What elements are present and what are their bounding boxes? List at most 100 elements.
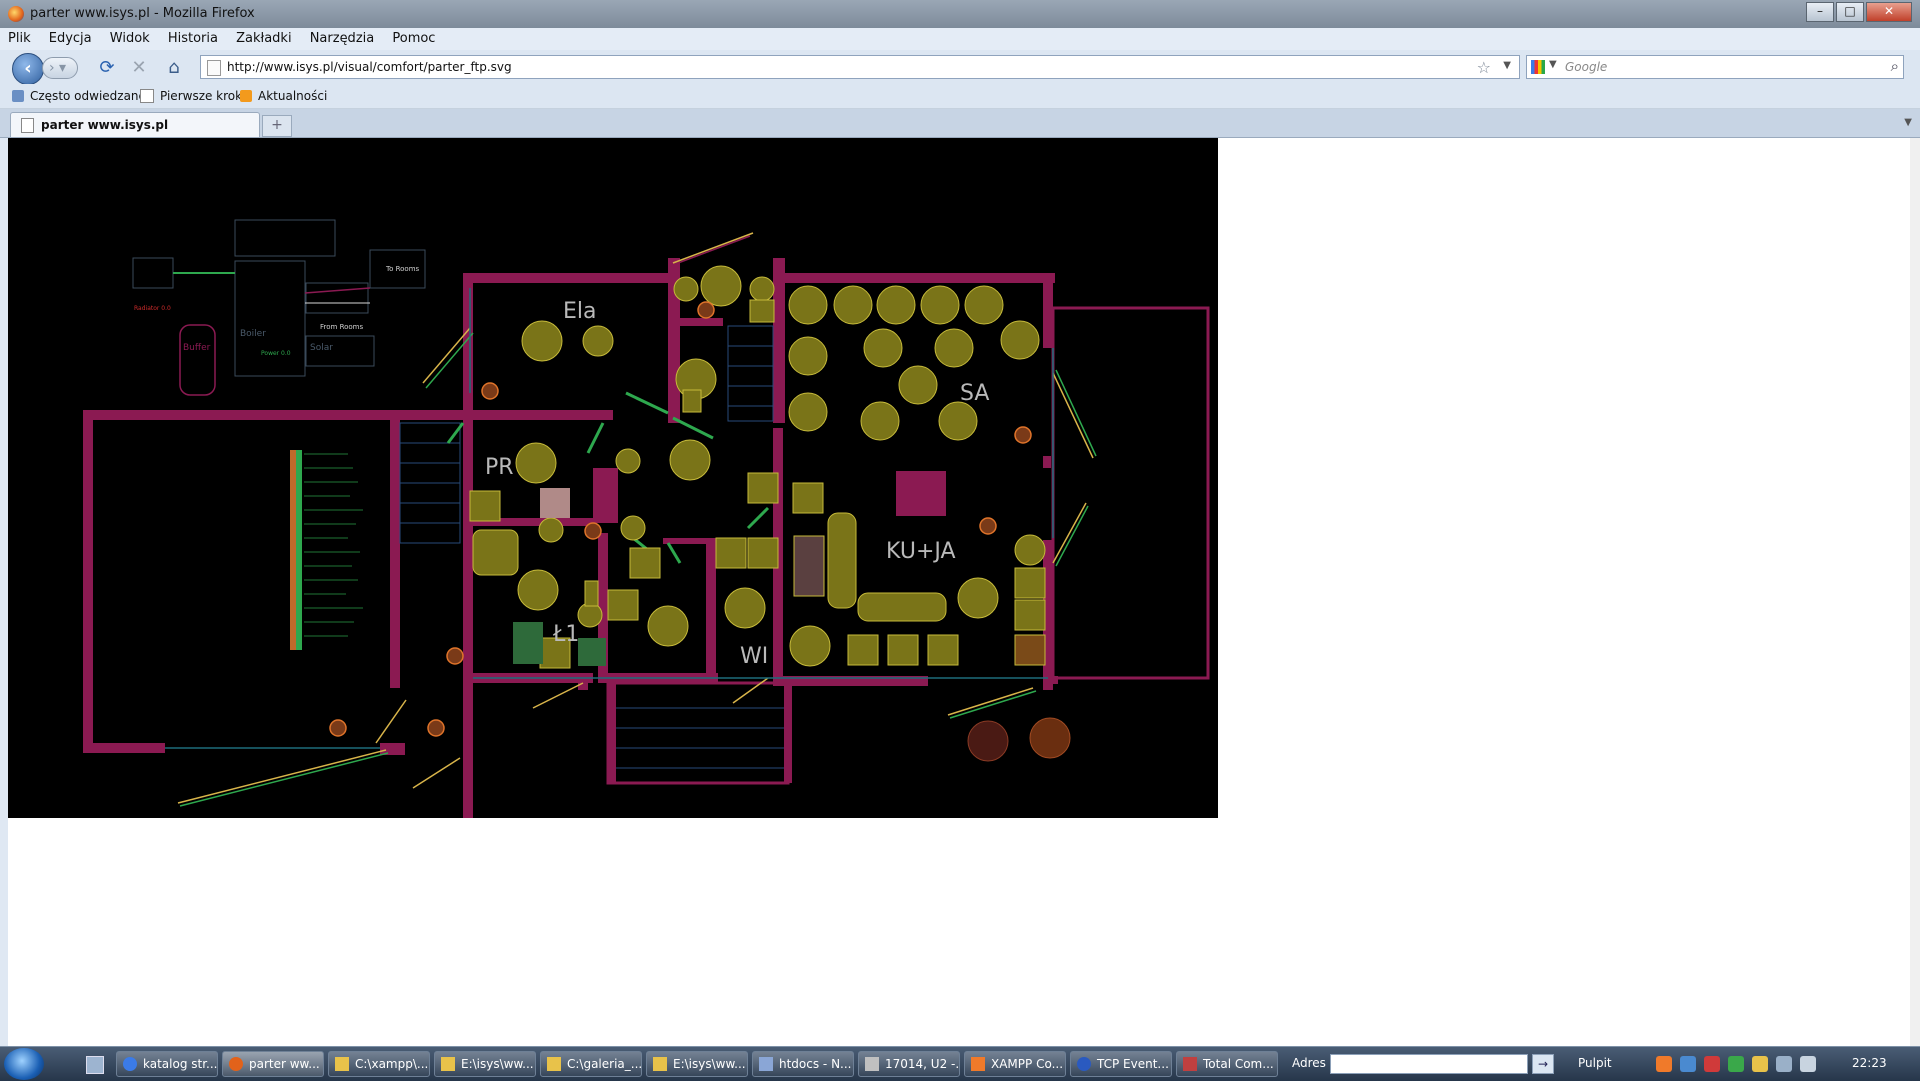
taskbar-item-label: E:\isys\ww... bbox=[461, 1057, 534, 1071]
tray-network-icon[interactable] bbox=[1680, 1056, 1696, 1072]
taskbar-item-label: 17014, U2 -... bbox=[885, 1057, 960, 1071]
ie-icon bbox=[123, 1057, 137, 1071]
tab-strip: parter www.isys.pl + ▼ bbox=[0, 109, 1920, 138]
navigation-toolbar: ‹ › ▾ ⟳ ✕ ⌂ http://www.isys.pl/visual/co… bbox=[0, 50, 1920, 85]
taskbar-item-label: htdocs - N... bbox=[779, 1057, 852, 1071]
tab-parter[interactable]: parter www.isys.pl bbox=[10, 112, 260, 137]
taskbar-item-xampp-folder[interactable]: C:\xampp\... bbox=[328, 1051, 430, 1077]
taskbar-item-17014[interactable]: 17014, U2 -... bbox=[858, 1051, 960, 1077]
taskbar-item-label: E:\isys\ww... bbox=[673, 1057, 746, 1071]
taskbar-item-katalog[interactable]: katalog str... bbox=[116, 1051, 218, 1077]
menu-pomoc[interactable]: Pomoc bbox=[384, 28, 441, 46]
taskbar-item-parter[interactable]: parter ww... bbox=[222, 1051, 324, 1077]
bookmark-czesto-odwiedzane[interactable]: Często odwiedzane bbox=[12, 89, 146, 103]
minimize-button[interactable]: – bbox=[1806, 2, 1834, 22]
reload-icon[interactable]: ⟳ bbox=[96, 57, 118, 79]
bookmark-aktualnosci[interactable]: Aktualności bbox=[240, 89, 327, 103]
floor-plan: Ela SA PR KU+JA Ł1 WI To Rooms From Room… bbox=[8, 138, 1218, 900]
forward-button[interactable]: › ▾ bbox=[42, 57, 78, 79]
vertical-scrollbar[interactable] bbox=[1910, 138, 1920, 1046]
taskbar-item-label: katalog str... bbox=[143, 1057, 218, 1071]
clock[interactable]: 22:23 bbox=[1852, 1056, 1887, 1070]
maximize-button[interactable]: □ bbox=[1836, 2, 1864, 22]
url-dropdown-icon[interactable]: ▼ bbox=[1503, 60, 1511, 71]
app-icon bbox=[865, 1057, 879, 1071]
folder-icon bbox=[653, 1057, 667, 1071]
start-button[interactable] bbox=[4, 1048, 44, 1080]
taskbar-item-isys-2[interactable]: E:\isys\ww... bbox=[646, 1051, 748, 1077]
taskbar-item-label: Total Com... bbox=[1203, 1057, 1274, 1071]
address-toolbar-label: Adres bbox=[1292, 1056, 1326, 1070]
close-button[interactable]: ✕ bbox=[1866, 2, 1912, 22]
address-go-button[interactable]: → bbox=[1532, 1054, 1554, 1074]
firefox-icon bbox=[8, 6, 24, 22]
new-tab-button[interactable]: + bbox=[262, 115, 292, 137]
taskbar: katalog str... parter ww... C:\xampp\...… bbox=[0, 1046, 1920, 1081]
total-commander-icon bbox=[1183, 1057, 1197, 1071]
tray-antivirus-icon[interactable] bbox=[1704, 1056, 1720, 1072]
notepad-icon bbox=[759, 1057, 773, 1071]
taskbar-item-galeria[interactable]: C:\galeria_... bbox=[540, 1051, 642, 1077]
address-toolbar-input[interactable] bbox=[1330, 1054, 1528, 1074]
label-power: Power 0.0 bbox=[261, 350, 291, 357]
taskbar-item-label: XAMPP Co... bbox=[991, 1057, 1064, 1071]
taskbar-item-label: parter ww... bbox=[249, 1057, 320, 1071]
firefox-icon bbox=[229, 1057, 243, 1071]
url-text[interactable]: http://www.isys.pl/visual/comfort/parter… bbox=[227, 60, 512, 74]
search-placeholder[interactable]: Google bbox=[1565, 60, 1607, 74]
tray-display-icon[interactable] bbox=[1776, 1056, 1792, 1072]
menu-zakladki[interactable]: Zakładki bbox=[228, 28, 297, 46]
label-to-rooms: To Rooms bbox=[385, 265, 420, 273]
tab-list-dropdown-icon[interactable]: ▼ bbox=[1904, 117, 1912, 128]
desktop-toolbar-label[interactable]: Pulpit bbox=[1578, 1056, 1612, 1070]
xampp-icon bbox=[971, 1057, 985, 1071]
search-icon[interactable]: ⌕ bbox=[1891, 57, 1899, 75]
bookmark-pierwsze-kroki[interactable]: Pierwsze kroki bbox=[140, 89, 245, 103]
bookmark-label: Aktualności bbox=[258, 89, 328, 103]
page-content: Ela SA PR KU+JA Ł1 WI To Rooms From Room… bbox=[8, 138, 1910, 1046]
show-desktop-icon[interactable] bbox=[86, 1056, 104, 1074]
room-label-ku-ja: KU+JA bbox=[886, 539, 956, 564]
window-title: parter www.isys.pl - Mozilla Firefox bbox=[30, 6, 255, 21]
page-icon bbox=[21, 118, 34, 133]
back-button[interactable]: ‹ bbox=[12, 53, 44, 85]
menu-bar: Plik Edycja Widok Historia Zakładki Narz… bbox=[0, 28, 1920, 50]
taskbar-item-label: C:\galeria_... bbox=[567, 1057, 642, 1071]
room-label-pr: PR bbox=[485, 455, 514, 480]
label-solar: Solar bbox=[310, 343, 333, 353]
tray-power-icon[interactable] bbox=[1752, 1056, 1768, 1072]
bookmarks-toolbar: Często odwiedzane Pierwsze kroki Aktualn… bbox=[0, 84, 1920, 109]
label-radiator: Radiator 0.0 bbox=[134, 305, 171, 312]
bookmark-label: Często odwiedzane bbox=[30, 89, 146, 103]
volume-icon[interactable] bbox=[1800, 1056, 1816, 1072]
menu-narzedzia[interactable]: Narzędzia bbox=[302, 28, 381, 46]
search-engine-dropdown-icon[interactable]: ▼ bbox=[1549, 59, 1557, 70]
home-icon[interactable]: ⌂ bbox=[163, 57, 185, 79]
search-bar[interactable]: ▼ Google ⌕ bbox=[1526, 55, 1904, 79]
taskbar-item-total-commander[interactable]: Total Com... bbox=[1176, 1051, 1278, 1077]
room-label-wi: WI bbox=[740, 644, 768, 669]
tray-xampp-icon[interactable] bbox=[1656, 1056, 1672, 1072]
folder-icon bbox=[335, 1057, 349, 1071]
menu-plik[interactable]: Plik bbox=[0, 28, 37, 46]
menu-edycja[interactable]: Edycja bbox=[41, 28, 98, 46]
google-icon[interactable] bbox=[1531, 60, 1545, 74]
taskbar-item-htdocs[interactable]: htdocs - N... bbox=[752, 1051, 854, 1077]
bookmark-label: Pierwsze kroki bbox=[160, 89, 246, 103]
label-from-rooms: From Rooms bbox=[320, 323, 364, 331]
menu-historia[interactable]: Historia bbox=[160, 28, 224, 46]
stop-icon[interactable]: ✕ bbox=[128, 57, 150, 79]
bookmark-star-icon[interactable]: ☆ bbox=[1477, 58, 1491, 77]
url-bar[interactable]: http://www.isys.pl/visual/comfort/parter… bbox=[200, 55, 1520, 79]
taskbar-item-xampp[interactable]: XAMPP Co... bbox=[964, 1051, 1066, 1077]
title-bar: parter www.isys.pl - Mozilla Firefox – □… bbox=[0, 0, 1920, 29]
folder-icon bbox=[441, 1057, 455, 1071]
taskbar-item-tcp[interactable]: TCP Event... bbox=[1070, 1051, 1172, 1077]
page-icon bbox=[140, 89, 154, 103]
taskbar-item-isys-1[interactable]: E:\isys\ww... bbox=[434, 1051, 536, 1077]
room-label-l1: Ł1 bbox=[552, 622, 579, 647]
tray-update-icon[interactable] bbox=[1728, 1056, 1744, 1072]
menu-widok[interactable]: Widok bbox=[102, 28, 156, 46]
room-label-sa: SA bbox=[960, 381, 989, 406]
label-buffer: Buffer bbox=[183, 343, 211, 353]
